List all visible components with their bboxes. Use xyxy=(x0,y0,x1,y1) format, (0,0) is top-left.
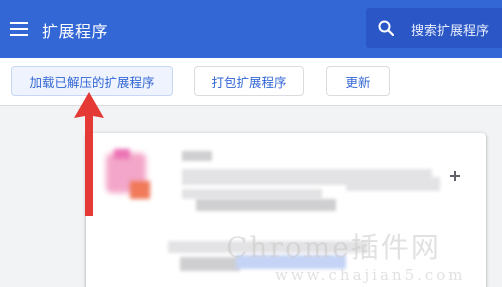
extension-id-redacted xyxy=(196,199,336,211)
pack-extension-button[interactable]: 打包扩展程序 xyxy=(194,66,304,96)
extension-icon-detail xyxy=(114,149,130,159)
app-header: 扩展程序 搜索扩展程序 xyxy=(0,0,502,58)
search-input[interactable]: 搜索扩展程序 xyxy=(366,8,502,48)
page-title: 扩展程序 xyxy=(42,22,109,41)
extension-icon-detail xyxy=(130,181,150,199)
update-button[interactable]: 更新 xyxy=(326,66,390,96)
watermark-url: www.chajian5.com xyxy=(275,266,466,284)
search-placeholder: 搜索扩展程序 xyxy=(411,24,490,39)
extension-name-redacted xyxy=(182,151,212,161)
search-icon xyxy=(378,20,394,36)
watermark-title: Chrome插件网 xyxy=(226,231,441,264)
annotation-arrow xyxy=(74,92,104,216)
extension-description-redacted xyxy=(182,189,322,199)
expand-icon[interactable] xyxy=(450,171,460,181)
extension-meta-redacted xyxy=(346,177,440,191)
menu-icon[interactable] xyxy=(10,22,28,36)
